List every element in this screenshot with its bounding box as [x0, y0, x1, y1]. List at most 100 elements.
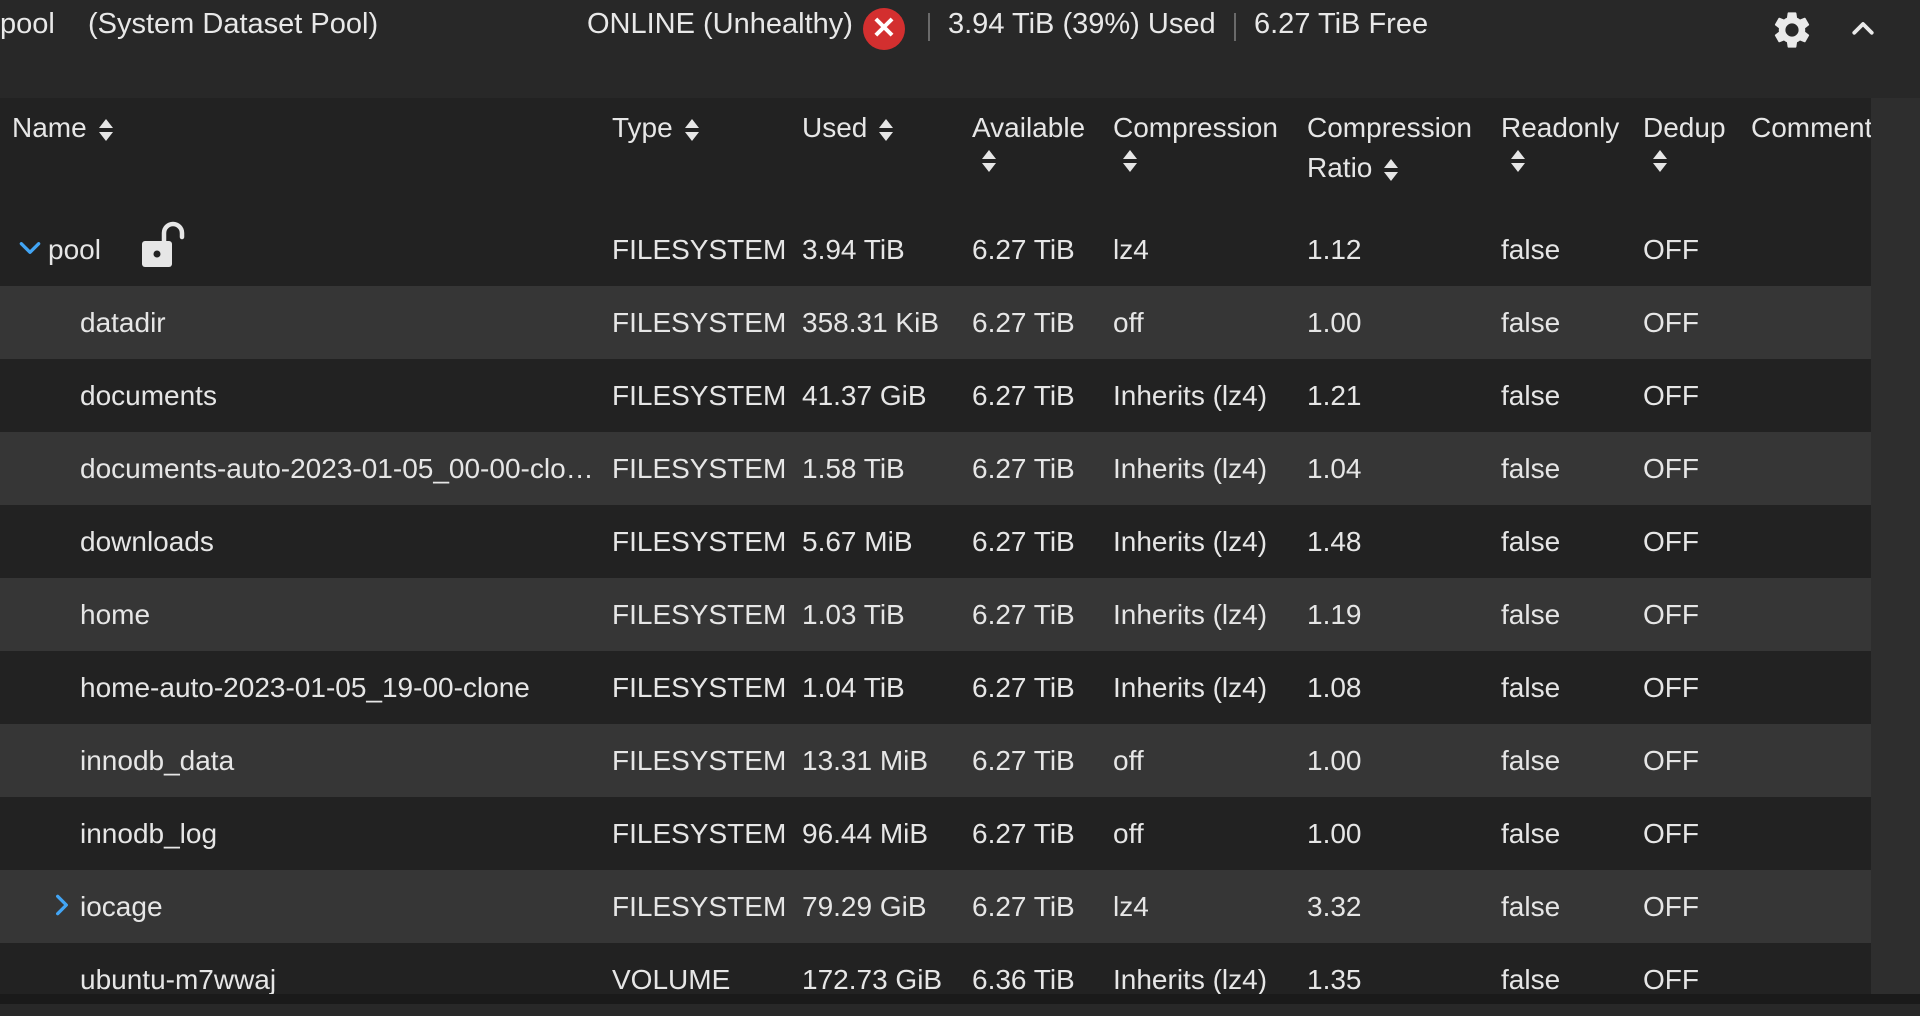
- cell-dedup: OFF: [1643, 891, 1699, 922]
- divider: [1234, 13, 1236, 41]
- cell-readonly: false: [1501, 307, 1561, 338]
- dataset-name: ubuntu-m7wwaj: [80, 964, 277, 995]
- cell-dedup: OFF: [1643, 380, 1699, 411]
- sort-icon[interactable]: [1651, 148, 1669, 174]
- sort-icon[interactable]: [1382, 157, 1400, 183]
- table-row[interactable]: home FILESYSTEM 1.03 TiB 6.27 TiB Inherits (…: [0, 578, 1871, 651]
- column-header-dedup[interactable]: Dedup: [1643, 108, 1726, 174]
- dataset-name: innodb_log: [80, 818, 218, 849]
- table-row[interactable]: iocage FILESYSTEM 79.29 GiB 6.27 TiB lz4 3.32…: [0, 870, 1871, 943]
- unlock-icon[interactable]: [140, 221, 188, 271]
- cell-type: FILESYSTEM: [612, 380, 787, 411]
- cell-available: 6.27 TiB: [972, 526, 1075, 557]
- chevron-right-icon[interactable]: [49, 892, 75, 918]
- column-header-type[interactable]: Type: [612, 108, 701, 148]
- column-header-available[interactable]: Available: [972, 108, 1085, 174]
- table-row[interactable]: documents FILESYSTEM 41.37 GiB 6.27 TiB Inhe…: [0, 359, 1871, 432]
- sort-icon[interactable]: [980, 148, 998, 174]
- cell-compression: off: [1113, 307, 1144, 338]
- cell-dedup: OFF: [1643, 818, 1699, 849]
- cell-used: 5.67 MiB: [802, 526, 913, 557]
- table-row[interactable]: downloads FILESYSTEM 5.67 MiB 6.27 TiB Inher…: [0, 505, 1871, 578]
- pool-used: 3.94 TiB (39%) Used: [948, 8, 1216, 40]
- cell-compression: Inherits (lz4): [1113, 599, 1268, 630]
- column-header-used[interactable]: Used: [802, 108, 895, 148]
- column-header-label: Readonly: [1501, 112, 1620, 143]
- dataset-name: home: [80, 599, 151, 630]
- cell-type: FILESYSTEM: [612, 453, 787, 484]
- cell-available: 6.27 TiB: [972, 672, 1075, 703]
- sort-icon[interactable]: [877, 117, 895, 143]
- sort-icon[interactable]: [1509, 148, 1527, 174]
- dataset-name: iocage: [80, 891, 163, 922]
- pool-summary-bar: pool (System Dataset Pool) ONLINE (Unhea…: [0, 0, 1920, 98]
- cell-available: 6.27 TiB: [972, 453, 1075, 484]
- cell-dedup: OFF: [1643, 599, 1699, 630]
- cell-readonly: false: [1501, 745, 1561, 776]
- table-row[interactable]: home-auto-2023-01-05_19-00-clone FILESYST…: [0, 651, 1871, 724]
- cell-ratio: 1.48: [1307, 526, 1362, 557]
- cell-ratio: 1.00: [1307, 818, 1362, 849]
- table-row[interactable]: pool FILESYSTEM 3.94 TiB 6.27 TiB lz4 1.12 fal…: [0, 213, 1871, 286]
- cell-type: FILESYSTEM: [612, 745, 787, 776]
- cell-dedup: OFF: [1643, 234, 1699, 265]
- chevron-down-icon[interactable]: [17, 235, 43, 261]
- dataset-name: downloads: [80, 526, 214, 557]
- column-header-label: Ratio: [1307, 152, 1373, 183]
- cell-available: 6.27 TiB: [972, 599, 1075, 630]
- table-row[interactable]: innodb_log FILESYSTEM 96.44 MiB 6.27 TiB off…: [0, 797, 1871, 870]
- column-header-readonly[interactable]: Readonly: [1501, 108, 1619, 174]
- cell-type: FILESYSTEM: [612, 891, 787, 922]
- column-header-label: Compression: [1113, 112, 1278, 143]
- cell-compression: lz4: [1113, 891, 1149, 922]
- cell-type: FILESYSTEM: [612, 526, 787, 557]
- cell-ratio: 1.04: [1307, 453, 1362, 484]
- column-header-comments[interactable]: Comment: [1751, 108, 1871, 148]
- bottom-edge: [0, 994, 1920, 1004]
- cell-readonly: false: [1501, 599, 1561, 630]
- dataset-name: documents-auto-2023-01-05_00-00-clo…: [80, 453, 594, 484]
- cell-available: 6.27 TiB: [972, 234, 1075, 265]
- cell-ratio: 1.08: [1307, 672, 1362, 703]
- cell-dedup: OFF: [1643, 307, 1699, 338]
- cell-type: FILESYSTEM: [612, 234, 787, 265]
- table-row[interactable]: innodb_data FILESYSTEM 13.31 MiB 6.27 TiB of…: [0, 724, 1871, 797]
- dataset-name: pool: [48, 234, 101, 265]
- sort-icon[interactable]: [683, 117, 701, 143]
- column-header-label: Compression: [1307, 112, 1472, 143]
- cell-readonly: false: [1501, 891, 1561, 922]
- column-header-label: Dedup: [1643, 112, 1726, 143]
- column-header-compression[interactable]: Compression: [1113, 108, 1278, 174]
- cell-used: 13.31 MiB: [802, 745, 929, 776]
- cell-readonly: false: [1501, 234, 1561, 265]
- table-row[interactable]: ubuntu-m7wwaj VOLUME 172.73 GiB 6.36 TiB Inh…: [0, 943, 1871, 1016]
- cell-available: 6.27 TiB: [972, 307, 1075, 338]
- column-header-compression-ratio[interactable]: Compression Ratio: [1307, 108, 1472, 188]
- table-row[interactable]: documents-auto-2023-01-05_00-00-clo… FILE…: [0, 432, 1871, 505]
- sort-icon[interactable]: [1121, 148, 1139, 174]
- table-scroll-area: [1871, 98, 1920, 1004]
- cell-compression: off: [1113, 745, 1144, 776]
- gear-icon[interactable]: [1770, 8, 1814, 52]
- cell-ratio: 1.21: [1307, 380, 1362, 411]
- cell-compression: Inherits (lz4): [1113, 964, 1268, 995]
- column-header-label: Available: [972, 112, 1086, 143]
- cell-compression: lz4: [1113, 234, 1149, 265]
- column-header-name[interactable]: Name: [12, 108, 115, 148]
- cell-ratio: 1.19: [1307, 599, 1362, 630]
- dataset-name: datadir: [80, 307, 166, 338]
- chevron-up-icon[interactable]: [1848, 14, 1878, 44]
- cell-available: 6.27 TiB: [972, 745, 1075, 776]
- table-row[interactable]: datadir FILESYSTEM 358.31 KiB 6.27 TiB off 1.…: [0, 286, 1871, 359]
- sort-icon[interactable]: [97, 117, 115, 143]
- cell-type: VOLUME: [612, 964, 731, 995]
- cell-compression: Inherits (lz4): [1113, 453, 1268, 484]
- column-header-label: Comment: [1751, 112, 1871, 143]
- pool-free: 6.27 TiB Free: [1254, 8, 1429, 40]
- cell-dedup: OFF: [1643, 453, 1699, 484]
- cell-readonly: false: [1501, 818, 1561, 849]
- cell-used: 358.31 KiB: [802, 307, 939, 338]
- cell-readonly: false: [1501, 453, 1561, 484]
- table-header: Name Type Used Available Compression Com…: [0, 98, 1871, 213]
- cell-readonly: false: [1501, 672, 1561, 703]
